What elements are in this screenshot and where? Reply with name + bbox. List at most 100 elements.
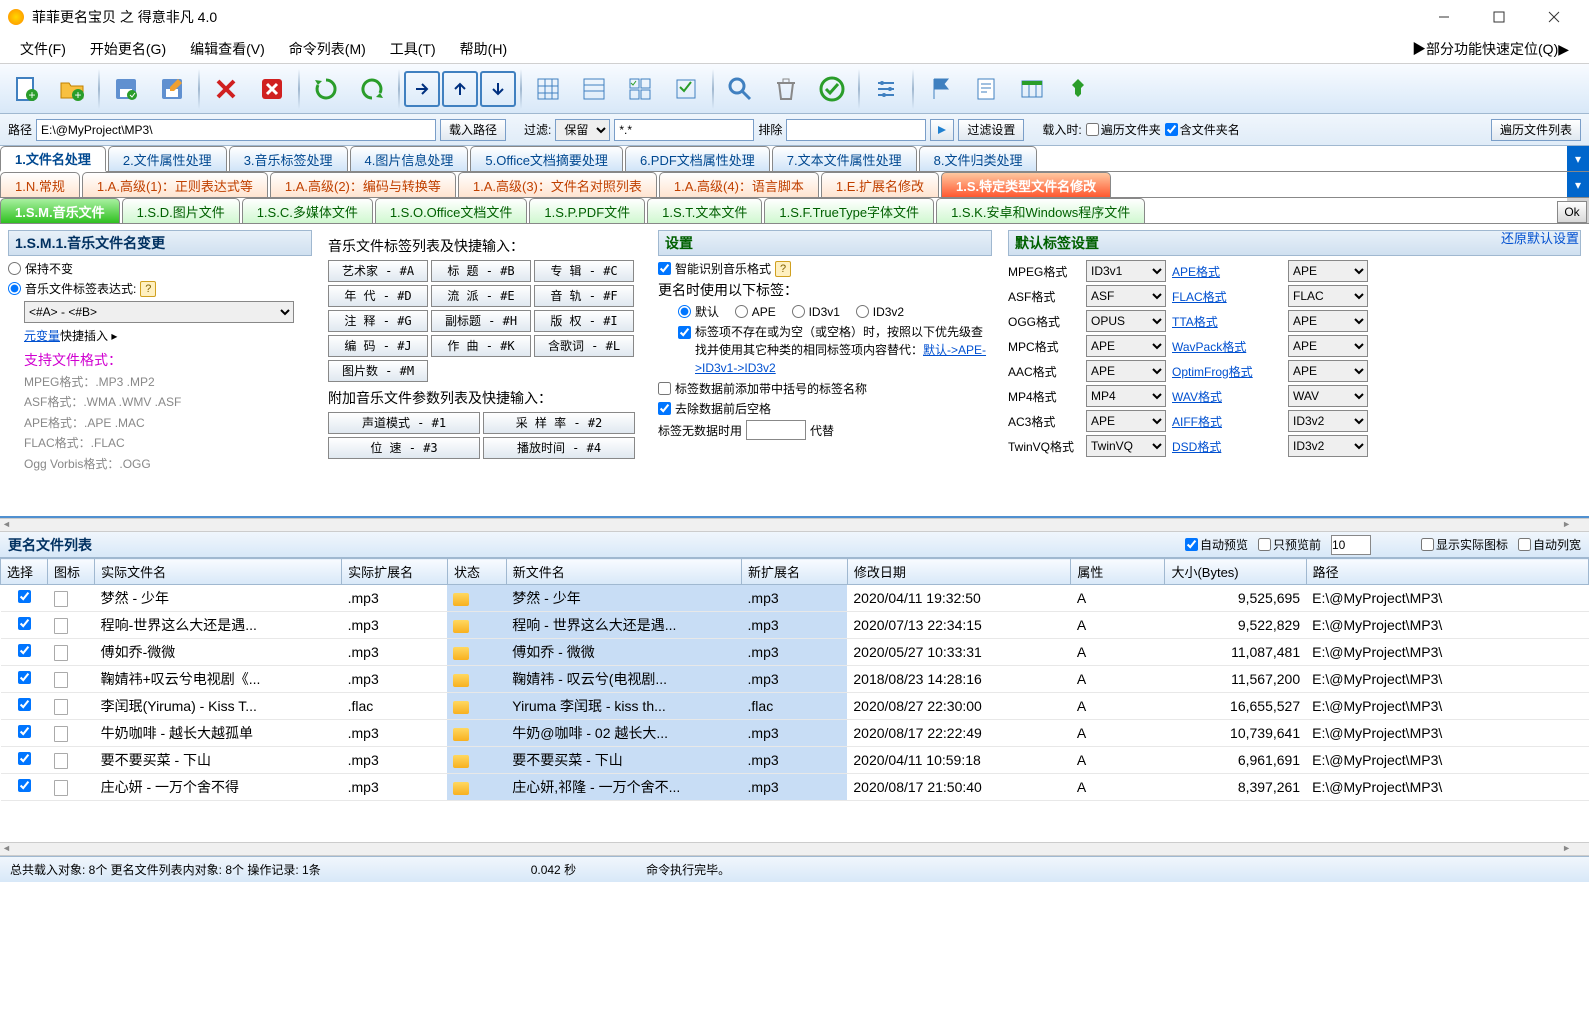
fmt-select[interactable]: APE <box>1086 410 1166 432</box>
tag-button[interactable]: 作 曲 - #K <box>431 335 531 357</box>
tool-arrow-right-icon[interactable] <box>404 71 440 107</box>
fmt-select[interactable]: APE <box>1086 335 1166 357</box>
exclude-input[interactable] <box>786 119 926 141</box>
col-header[interactable]: 属性 <box>1071 559 1165 585</box>
tag-button[interactable]: 副标题 - #H <box>431 310 531 332</box>
col-header[interactable]: 实际文件名 <box>95 559 342 585</box>
col-header[interactable]: 新扩展名 <box>742 559 848 585</box>
row-checkbox[interactable] <box>18 698 31 711</box>
fmt-select[interactable]: MP4 <box>1086 385 1166 407</box>
tool-flag-icon[interactable] <box>918 67 962 111</box>
help-icon[interactable]: ? <box>775 261 791 277</box>
tag-button[interactable]: 采 样 率 - #2 <box>483 412 635 434</box>
tag-button[interactable]: 年 代 - #D <box>328 285 428 307</box>
row-checkbox[interactable] <box>18 590 31 603</box>
path-input[interactable] <box>36 119 436 141</box>
tag-button[interactable]: 编 码 - #J <box>328 335 428 357</box>
minimize-button[interactable] <box>1416 0 1471 34</box>
col-header[interactable]: 实际扩展名 <box>342 559 448 585</box>
subtab-normal[interactable]: 1.N.常规 <box>0 172 80 197</box>
chk-fallback[interactable] <box>678 326 691 339</box>
tool-refresh-icon[interactable] <box>304 67 348 111</box>
tab-office[interactable]: 5.Office文档摘要处理 <box>470 146 623 171</box>
chk-smart[interactable] <box>658 262 671 275</box>
fmt-link[interactable]: APE格式 <box>1172 263 1282 280</box>
nodata-input[interactable] <box>746 420 806 440</box>
tool-columns-icon[interactable] <box>1010 67 1054 111</box>
col-header[interactable]: 图标 <box>48 559 95 585</box>
fmt-select[interactable]: ID3v1 <box>1086 260 1166 282</box>
radio-id3v1[interactable] <box>792 305 805 318</box>
subtab-adv4[interactable]: 1.A.高级(4)：语言脚本 <box>659 172 819 197</box>
tab-text[interactable]: 7.文本文件属性处理 <box>772 146 917 171</box>
chk-onlypreview[interactable]: 只预览前 <box>1258 536 1321 553</box>
gtab-pdf[interactable]: 1.S.P.PDF文件 <box>529 198 645 223</box>
menu-rename[interactable]: 开始更名(G) <box>78 35 178 63</box>
table-row[interactable]: 李闰珉(Yiruma) - Kiss T....flacYiruma 李闰珉 -… <box>1 693 1589 720</box>
col-header[interactable]: 路径 <box>1306 559 1588 585</box>
row-checkbox[interactable] <box>18 644 31 657</box>
fmt-select[interactable]: APE <box>1288 360 1368 382</box>
fmt-select[interactable]: ID3v2 <box>1288 435 1368 457</box>
menu-file[interactable]: 文件(F) <box>8 35 78 63</box>
col-header[interactable]: 大小(Bytes) <box>1165 559 1306 585</box>
chk-autopreview[interactable]: 自动预览 <box>1185 536 1248 553</box>
filter-settings-button[interactable]: 过滤设置 <box>958 119 1024 141</box>
subtab-special[interactable]: 1.S.特定类型文件名修改 <box>941 172 1111 197</box>
tag-button[interactable]: 版 权 - #I <box>534 310 634 332</box>
table-row[interactable]: 鞠婧祎+叹云兮电视剧《....mp3鞠婧祎 - 叹云兮(电视剧....mp320… <box>1 666 1589 693</box>
row-checkbox[interactable] <box>18 725 31 738</box>
chk-autocols[interactable]: 自动列宽 <box>1518 536 1581 553</box>
radio-default[interactable] <box>678 305 691 318</box>
tool-clear-icon[interactable] <box>250 67 294 111</box>
load-path-button[interactable]: 载入路径 <box>440 119 506 141</box>
metavar-link[interactable]: 元变量 <box>24 329 60 343</box>
col-header[interactable]: 修改日期 <box>847 559 1070 585</box>
tag-button[interactable]: 艺术家 - #A <box>328 260 428 282</box>
chk-showicons[interactable]: 显示实际图标 <box>1421 536 1508 553</box>
tag-button[interactable]: 音 轨 - #F <box>534 285 634 307</box>
tabs-sub-menu-icon[interactable]: ▾ <box>1567 172 1589 197</box>
fmt-select[interactable]: WAV <box>1288 385 1368 407</box>
menu-edit[interactable]: 编辑查看(V) <box>178 35 277 63</box>
expr-combo[interactable]: <#A> - <#B> <box>24 301 294 323</box>
tag-button[interactable]: 专 辑 - #C <box>534 260 634 282</box>
include-folder-checkbox[interactable]: 含文件夹名 <box>1165 121 1240 138</box>
gtab-image[interactable]: 1.S.D.图片文件 <box>122 198 240 223</box>
tool-open-icon[interactable]: + <box>50 67 94 111</box>
table-row[interactable]: 程响-世界这么大还是遇....mp3程响 - 世界这么大还是遇....mp320… <box>1 612 1589 639</box>
tool-save-icon[interactable] <box>104 67 148 111</box>
radio-keep[interactable] <box>8 262 21 275</box>
menu-help[interactable]: 帮助(H) <box>448 35 519 63</box>
fmt-select[interactable]: APE <box>1288 260 1368 282</box>
subtab-adv1[interactable]: 1.A.高级(1)：正则表达式等 <box>82 172 268 197</box>
filter-mode-select[interactable]: 保留 <box>555 119 610 141</box>
tool-search-icon[interactable] <box>718 67 762 111</box>
tool-list-icon[interactable] <box>572 67 616 111</box>
tool-pin-icon[interactable] <box>1056 67 1100 111</box>
fmt-link[interactable]: WAV格式 <box>1172 388 1282 405</box>
tool-new-icon[interactable]: + <box>4 67 48 111</box>
fmt-select[interactable]: APE <box>1288 335 1368 357</box>
radio-expr[interactable] <box>8 282 21 295</box>
fmt-link[interactable]: AIFF格式 <box>1172 413 1282 430</box>
subtab-ext[interactable]: 1.E.扩展名修改 <box>821 172 939 197</box>
tool-apply-icon[interactable] <box>810 67 854 111</box>
tag-button[interactable]: 位 速 - #3 <box>328 437 480 459</box>
fmt-link[interactable]: DSD格式 <box>1172 438 1282 455</box>
row-checkbox[interactable] <box>18 779 31 792</box>
menu-cmdlist[interactable]: 命令列表(M) <box>277 35 378 63</box>
tag-button[interactable]: 标 题 - #B <box>431 260 531 282</box>
radio-id3v2[interactable] <box>856 305 869 318</box>
tool-uncheck-icon[interactable] <box>664 67 708 111</box>
tabs-main-menu-icon[interactable]: ▾ <box>1567 146 1589 171</box>
menu-quicknav[interactable]: ▶部分功能快速定位(Q)▶ <box>1400 35 1581 63</box>
radio-ape[interactable] <box>735 305 748 318</box>
subtab-adv2[interactable]: 1.A.高级(2)：编码与转换等 <box>270 172 456 197</box>
fmt-link[interactable]: TTA格式 <box>1172 313 1282 330</box>
fmt-select[interactable]: TwinVQ <box>1086 435 1166 457</box>
tag-button[interactable]: 含歌词 - #L <box>534 335 634 357</box>
tag-button[interactable]: 播放时间 - #4 <box>483 437 635 459</box>
fmt-select[interactable]: APE <box>1086 360 1166 382</box>
table-row[interactable]: 牛奶咖啡 - 越长大越孤单.mp3牛奶@咖啡 - 02 越长大....mp320… <box>1 720 1589 747</box>
